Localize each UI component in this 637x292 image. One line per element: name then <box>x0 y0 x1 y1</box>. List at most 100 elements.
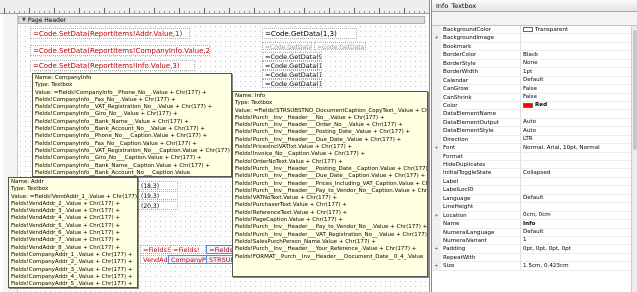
property-value[interactable] <box>521 34 632 41</box>
info-setdata-textbox[interactable]: =Code.SetData(ReportItems!Info.Value,3) <box>30 60 195 71</box>
property-row-numerallanguage[interactable]: NumeralLanguage Default <box>432 228 632 237</box>
property-row-name[interactable]: Name Info <box>432 220 632 229</box>
tooltip-line: Fields!CompanyInfo__Bank_Name__.Value + … <box>35 118 189 125</box>
property-row-calendar[interactable]: Calendar Default <box>432 76 632 86</box>
property-row-labellocid[interactable]: LabelLocID <box>432 186 632 195</box>
property-value[interactable]: LTR <box>521 136 632 143</box>
addr-setdata-textbox[interactable]: =Code.SetData(ReportItems!Addr.Value,1) <box>30 28 190 39</box>
expand-icon[interactable]: + <box>432 262 441 270</box>
tooltip-line: Fields!Purch__Inv__Header___Posting_Date… <box>235 165 428 172</box>
property-value[interactable]: Info <box>521 220 632 227</box>
fields-textbox-a[interactable]: =Fields! <box>140 245 170 254</box>
property-value[interactable]: Normal, Arial, 10pt, Normal <box>521 144 632 151</box>
property-value[interactable]: 1.5cm, 0.423cm <box>521 262 632 269</box>
property-row-numeralvariant[interactable]: NumeralVariant 1 <box>432 236 632 246</box>
property-value[interactable]: Red <box>521 102 632 109</box>
property-row-initialtogglestate[interactable]: InitialToggleState Collapsed <box>432 169 632 178</box>
fields-textbox-b[interactable]: =Fields! <box>170 245 206 254</box>
property-row-label[interactable]: Label <box>432 177 632 187</box>
property-value[interactable]: False <box>521 85 632 92</box>
property-row-borderwidth[interactable]: BorderWidth 1pt <box>432 68 632 77</box>
property-value[interactable] <box>521 110 632 117</box>
tooltip-line: Fields!VendAddr_4_.Value + Chr(177) + <box>11 215 121 222</box>
tooltip-line: Fields!VendAddr_5_.Value + Chr(177) + <box>11 222 121 229</box>
expand-icon[interactable]: + <box>432 34 441 42</box>
property-row-borderstyle[interactable]: BorderStyle None <box>432 59 632 69</box>
property-name: BackgroundImage <box>441 34 521 42</box>
property-row-bookmark[interactable]: Bookmark <box>432 42 632 52</box>
property-row-canshrink[interactable]: CanShrink False <box>432 93 632 102</box>
getdata-gray-textbox[interactable]: =Code.GetData(1,3) <box>314 42 366 50</box>
tooltip-line: Type: Textbox <box>235 100 273 107</box>
property-row-backgroundcolor[interactable]: BackgroundColor Transparent <box>432 26 632 35</box>
expand-icon[interactable]: + <box>432 245 441 253</box>
property-value[interactable] <box>521 43 632 50</box>
property-value[interactable]: 0cm, 0cm <box>521 212 632 219</box>
info-tooltip: Name: Info Type: Textbox Value: =Fields!ST… <box>232 91 428 277</box>
getdata-1-3-textbox[interactable]: =Code.GetData(1,3) <box>262 28 357 39</box>
getdata-10-1-textbox[interactable]: =Code.GetData(10,1) <box>262 61 322 70</box>
report-designer[interactable]: ▼ Page Header =Code.SetData(ReportItems!… <box>0 0 430 292</box>
property-value-text: Default <box>523 229 544 235</box>
expand-icon[interactable]: + <box>432 144 441 152</box>
getdata-18-3-textbox[interactable]: (18,3) <box>138 181 178 190</box>
property-row-cangrow[interactable]: CanGrow False <box>432 85 632 94</box>
property-row-size[interactable]: + Size 1.5cm, 0.423cm <box>432 262 632 271</box>
property-value-text: 1.5cm, 0.423cm <box>523 262 569 269</box>
tooltip-line: Fields!VendAddr_3_.Value + Chr(177) + <box>11 208 121 215</box>
property-row-font[interactable]: + Font Normal, Arial, 10pt, Normal <box>432 144 632 153</box>
property-value[interactable] <box>521 203 632 210</box>
property-row-padding[interactable]: + Padding 0pt, 0pt, 0pt, 0pt <box>432 245 632 254</box>
property-value-text: Red <box>535 102 548 109</box>
property-value[interactable]: Default <box>521 77 632 84</box>
property-name: Direction <box>441 135 521 144</box>
property-value[interactable]: 1 <box>521 237 632 244</box>
property-value[interactable] <box>521 178 632 185</box>
getdata-9-1-textbox[interactable]: =Code.GetData(9,1) <box>262 52 322 61</box>
expand-icon[interactable]: + <box>432 211 441 220</box>
property-row-dataelementstyle[interactable]: DataElementStyle Auto <box>432 127 632 136</box>
property-value[interactable]: Auto <box>521 127 632 134</box>
property-row-dataelementoutput[interactable]: DataElementOutput Auto <box>432 118 632 128</box>
property-row-language[interactable]: Language Default <box>432 194 632 204</box>
getdata-19-3-textbox[interactable]: (19,3) <box>138 191 178 200</box>
property-value[interactable]: Default <box>521 229 632 236</box>
property-value[interactable]: Transparent <box>521 26 632 33</box>
companypr-textbox[interactable]: CompanyPr <box>168 255 208 264</box>
companyinfo-setdata-textbox[interactable]: =Code.SetData(ReportItems!CompanyInfo.Va… <box>30 45 210 56</box>
scroll-thumb[interactable] <box>633 30 637 150</box>
collapse-arrow-icon[interactable]: ▼ <box>22 17 26 23</box>
property-value[interactable]: Collapsed <box>521 169 632 176</box>
row-gutter <box>432 161 441 169</box>
property-value[interactable] <box>521 254 632 261</box>
property-value[interactable]: None <box>521 60 632 67</box>
properties-grid[interactable]: BackgroundColor Transparent + BackgroundIma… <box>432 26 632 271</box>
property-row-backgroundimage[interactable]: + BackgroundImage <box>432 34 632 43</box>
property-row-repeatwith[interactable]: RepeatWith <box>432 253 632 263</box>
tooltip-line: Fields!CompanyInfo__VAT_Registration_No_… <box>35 104 213 111</box>
property-value[interactable] <box>521 153 632 160</box>
property-value[interactable] <box>521 161 632 168</box>
getdata-20-3-textbox[interactable]: (20,3) <box>138 201 178 210</box>
properties-panel[interactable]: Info Textbox BackgroundColor Transparent +… <box>431 0 637 292</box>
property-value[interactable]: Auto <box>521 119 632 126</box>
property-row-direction[interactable]: Direction LTR <box>432 135 632 145</box>
property-value[interactable]: Black <box>521 51 632 58</box>
page-header-band[interactable]: ▼ Page Header <box>18 16 425 24</box>
property-row-color[interactable]: Color Red <box>432 101 632 111</box>
property-row-location[interactable]: + Location 0cm, 0cm <box>432 211 632 221</box>
property-value[interactable] <box>521 186 632 193</box>
property-row-bordercolor[interactable]: BorderColor Black <box>432 51 632 60</box>
getdata-small-textbox[interactable]: =Code.GetData(1,3) <box>262 42 312 50</box>
property-row-dataelementname[interactable]: DataElementName <box>432 110 632 119</box>
property-row-hideduplicates[interactable]: HideDuplicates <box>432 161 632 170</box>
getdata-11-1-textbox[interactable]: =Code.GetData(11,1) <box>262 70 322 79</box>
property-value[interactable]: 0pt, 0pt, 0pt, 0pt <box>521 245 632 252</box>
properties-scrollbar[interactable] <box>631 26 637 292</box>
property-value[interactable]: Default <box>521 195 632 202</box>
property-row-lineheight[interactable]: LineHeight <box>432 203 632 212</box>
property-value[interactable]: 1pt <box>521 68 632 75</box>
property-row-format[interactable]: Format <box>432 152 632 161</box>
getdata-12-1-textbox[interactable]: =Code.GetData(12,1) <box>262 79 322 88</box>
property-value[interactable]: False <box>521 94 632 101</box>
